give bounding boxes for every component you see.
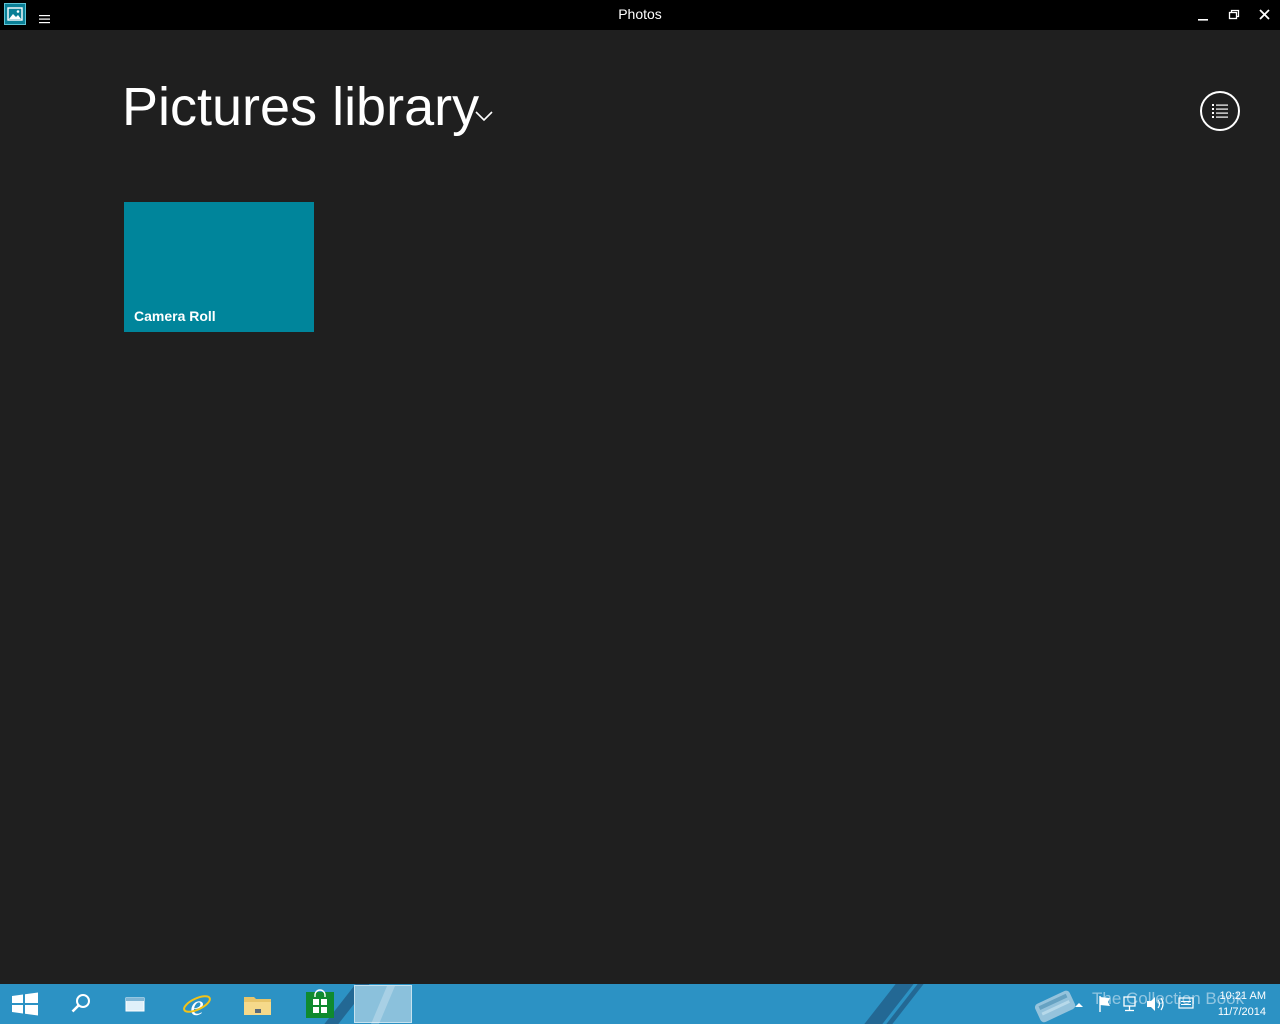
folder-tile-camera-roll[interactable]: Camera Roll [124,202,314,332]
clock[interactable]: 10:21 AM 11/7/2014 [1206,988,1266,1020]
store-icon [306,989,334,1018]
network-button[interactable] [1120,984,1140,1024]
file-explorer-icon [244,997,271,1015]
minimize-button[interactable] [1188,0,1218,30]
internet-explorer-button[interactable]: e [170,984,224,1024]
search-button[interactable] [54,984,108,1024]
action-center-button[interactable] [1096,984,1114,1024]
close-button[interactable] [1250,0,1280,30]
search-icon [71,994,90,1013]
clock-date: 11/7/2014 [1217,1006,1266,1018]
photos-taskbar-icon [371,986,395,1024]
tile-label: Camera Roll [134,308,216,324]
task-view-button[interactable] [108,984,162,1024]
title-bar: Photos [0,0,1280,30]
file-explorer-button[interactable] [231,984,285,1024]
store-button[interactable] [293,984,347,1024]
restore-icon [1228,9,1240,20]
start-button[interactable] [0,984,54,1024]
volume-icon [1147,997,1164,1011]
action-center-flag-icon [1099,996,1110,1012]
chevron-down-icon[interactable] [474,108,494,122]
restore-button[interactable] [1219,0,1249,30]
keyboard-icon [1178,997,1194,1009]
keyboard-button[interactable] [1176,984,1196,1024]
taskbar: e The Collection Book 10:21 AM 11/7/2014 [0,984,1280,1024]
clock-time: 10:21 AM [1219,990,1266,1002]
windows-start-icon [12,992,38,1016]
window-title: Photos [618,6,662,22]
close-icon [1259,9,1270,20]
volume-button[interactable] [1144,984,1166,1024]
list-view-icon [1212,104,1228,118]
page-title[interactable]: Pictures library [122,76,479,138]
photos-app-button[interactable] [354,985,412,1024]
minimize-icon [1198,19,1208,21]
view-toggle-button[interactable] [1200,91,1240,131]
task-view-icon [125,997,145,1012]
internet-explorer-icon: e [183,989,211,1022]
svg-text:e: e [190,989,203,1022]
show-hidden-icons-button[interactable] [1072,984,1086,1024]
chevron-up-icon [1075,1003,1083,1007]
network-icon [1123,996,1136,1012]
